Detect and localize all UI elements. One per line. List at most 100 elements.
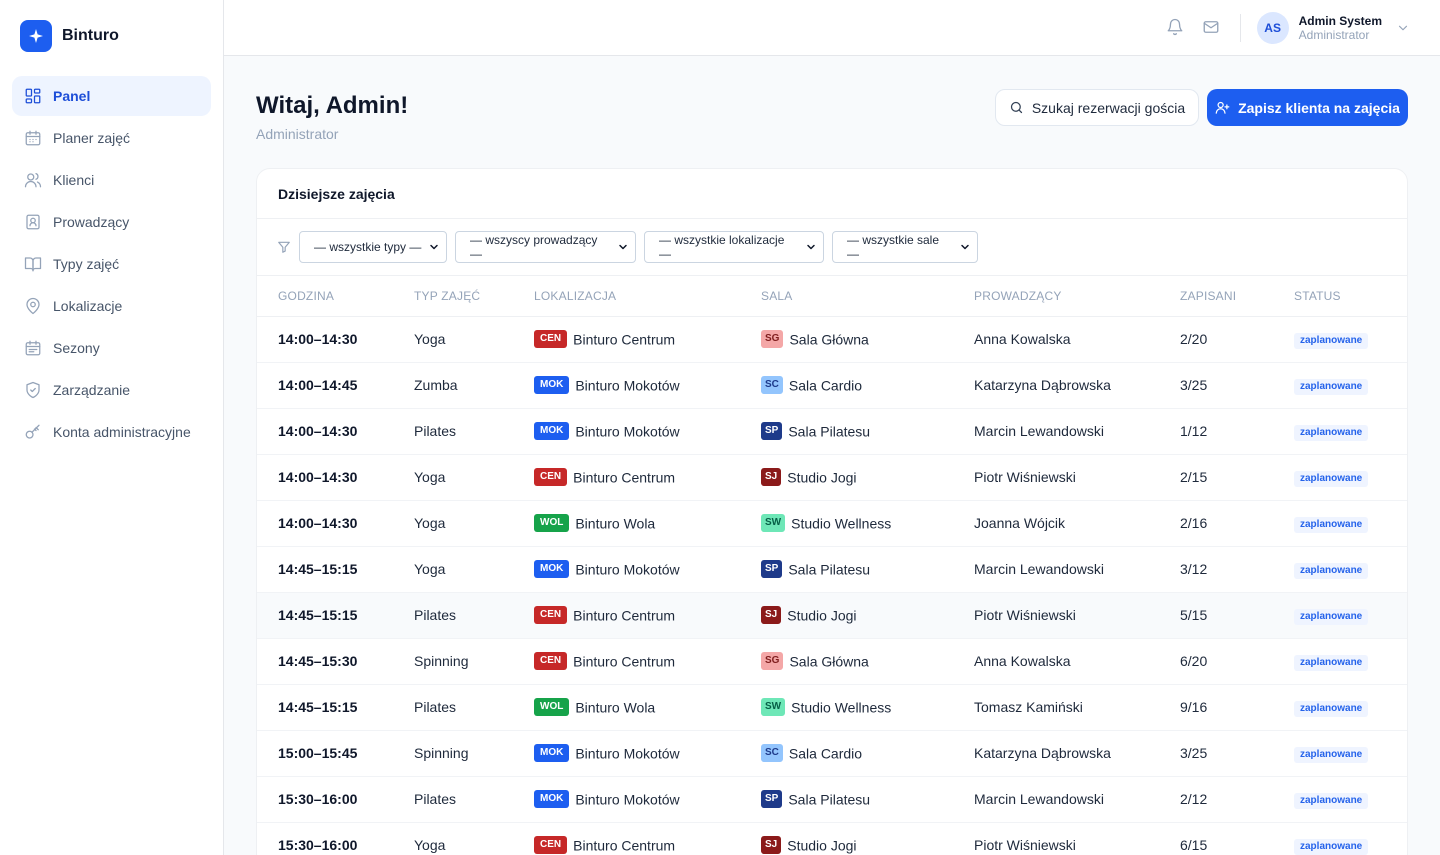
- bell-icon[interactable]: [1166, 18, 1186, 38]
- table-header-row: Godzina Typ zajęć Lokalizacja Sala Prowadząc…: [257, 276, 1407, 317]
- cell-status: zaplanowane: [1294, 730, 1407, 777]
- time-text: 14:00–14:30: [278, 515, 358, 531]
- column-header[interactable]: Typ zajęć: [414, 276, 534, 317]
- contact-icon: [24, 213, 42, 231]
- sidebar-item-5[interactable]: Typy zajęć: [12, 244, 211, 284]
- filter-select-value: — wszystkie typy —: [314, 239, 422, 254]
- type-text: Spinning: [414, 653, 469, 669]
- column-header[interactable]: Sala: [761, 276, 974, 317]
- sidebar-item-3[interactable]: Klienci: [12, 160, 211, 200]
- room-text: Sala Pilatesu: [788, 561, 871, 578]
- calendar-range-icon: [24, 339, 42, 357]
- status-badge: zaplanowane: [1294, 470, 1369, 487]
- enroll-client-label: Zapisz klienta na zajęcia: [1238, 99, 1400, 116]
- status-badge: zaplanowane: [1294, 378, 1369, 395]
- table-row[interactable]: 14:45–15:30 Spinning CEN Binturo Centrum SG S…: [257, 638, 1407, 685]
- classes-table: Godzina Typ zajęć Lokalizacja Sala Prowadząc…: [257, 276, 1407, 855]
- page-title: Witaj, Admin!: [256, 92, 409, 119]
- room-badge: SW: [761, 698, 786, 717]
- cell-status: zaplanowane: [1294, 316, 1407, 363]
- chevron-down-icon[interactable]: [1396, 21, 1410, 35]
- table-row[interactable]: 15:30–16:00 Pilates MOK Binturo Mokotów SP Sa…: [257, 776, 1407, 823]
- type-text: Pilates: [414, 423, 457, 439]
- table-row[interactable]: 15:00–15:45 Spinning MOK Binturo Mokotów SC S…: [257, 730, 1407, 777]
- table-row[interactable]: 14:45–15:15 Pilates CEN Binturo Centrum SJ St…: [257, 592, 1407, 639]
- time-text: 14:45–15:30: [278, 653, 358, 669]
- table-row[interactable]: 14:00–14:30 Pilates MOK Binturo Mokotów SP Sa…: [257, 408, 1407, 455]
- cell-location: MOK Binturo Mokotów: [534, 546, 761, 593]
- location-text: Binturo Mokotów: [575, 423, 680, 440]
- cell-status: zaplanowane: [1294, 684, 1407, 731]
- table-row[interactable]: 14:00–14:45 Zumba MOK Binturo Mokotów SC Sala…: [257, 362, 1407, 409]
- room-badge: SJ: [761, 836, 782, 855]
- user-info[interactable]: Admin System Administrator: [1299, 14, 1382, 43]
- location-badge: MOK: [534, 790, 570, 809]
- filter-select-2[interactable]: — wszyscy prowadzący —: [455, 230, 636, 263]
- brand-name: Binturo: [62, 27, 119, 44]
- cell-enrolled: 3/12: [1180, 546, 1294, 593]
- room-text: Studio Wellness: [791, 515, 892, 532]
- location-text: Binturo Centrum: [573, 331, 676, 348]
- filter-select-3[interactable]: — wszystkie lokalizacje —: [644, 230, 824, 263]
- cell-type: Yoga: [414, 454, 534, 501]
- status-badge: zaplanowane: [1294, 654, 1369, 671]
- sidebar-item-4[interactable]: Prowadzący: [12, 202, 211, 242]
- cell-time: 14:45–15:15: [257, 592, 414, 639]
- cell-trainer: Piotr Wiśniewski: [974, 592, 1180, 639]
- room-text: Sala Cardio: [788, 745, 863, 762]
- sidebar-item-9[interactable]: Konta administracyjne: [12, 412, 211, 452]
- table-row[interactable]: 14:00–14:30 Yoga CEN Binturo Centrum SJ Studi…: [257, 454, 1407, 501]
- cell-time: 14:00–14:30: [257, 500, 414, 547]
- room-badge: SG: [761, 330, 784, 349]
- status-badge: zaplanowane: [1294, 562, 1369, 579]
- sidebar-item-label: Konta administracyjne: [53, 424, 191, 440]
- column-header[interactable]: Status: [1294, 276, 1407, 317]
- avatar[interactable]: AS: [1256, 12, 1289, 44]
- cell-trainer: Marcin Lewandowski: [974, 408, 1180, 455]
- cell-room: SW Studio Wellness: [761, 684, 974, 731]
- cell-room: SJ Studio Jogi: [761, 822, 974, 855]
- enrolled-text: 1/12: [1180, 423, 1208, 439]
- mail-icon[interactable]: [1202, 18, 1222, 38]
- location-badge: MOK: [534, 376, 570, 395]
- cell-room: SP Sala Pilatesu: [761, 546, 974, 593]
- column-header[interactable]: Zapisani: [1180, 276, 1294, 317]
- enrolled-text: 6/15: [1180, 837, 1208, 853]
- sidebar-item-8[interactable]: Zarządzanie: [12, 370, 211, 410]
- sidebar-item-label: Lokalizacje: [53, 298, 123, 314]
- search-guest-reservation-button[interactable]: Szukaj rezerwacji gościa: [995, 89, 1199, 126]
- enrolled-text: 2/12: [1180, 791, 1208, 807]
- trainer-text: Joanna Wójcik: [974, 515, 1066, 531]
- sidebar-item-2[interactable]: Planer zajęć: [12, 118, 211, 158]
- topbar-separator: [1239, 14, 1241, 42]
- sidebar-item-1[interactable]: Panel: [12, 76, 211, 116]
- table-row[interactable]: 14:00–14:30 Yoga WOL Binturo Wola SW Studio W…: [257, 500, 1407, 547]
- column-header[interactable]: Godzina: [257, 276, 414, 317]
- table-row[interactable]: 14:45–15:15 Yoga MOK Binturo Mokotów SP Sala …: [257, 546, 1407, 593]
- enrolled-text: 3/25: [1180, 377, 1208, 393]
- enroll-client-button[interactable]: Zapisz klienta na zajęcia: [1207, 89, 1408, 126]
- cell-room: SP Sala Pilatesu: [761, 408, 974, 455]
- table-row[interactable]: 14:00–14:30 Yoga CEN Binturo Centrum SG Sala …: [257, 316, 1407, 363]
- location-text: Binturo Mokotów: [575, 377, 680, 394]
- type-text: Yoga: [414, 469, 446, 485]
- sidebar-item-label: Prowadzący: [53, 214, 130, 230]
- cell-type: Pilates: [414, 592, 534, 639]
- location-badge: WOL: [534, 514, 570, 533]
- cell-trainer: Anna Kowalska: [974, 316, 1180, 363]
- table-row[interactable]: 15:30–16:00 Yoga CEN Binturo Centrum SJ Studi…: [257, 822, 1407, 855]
- sidebar-item-6[interactable]: Lokalizacje: [12, 286, 211, 326]
- table-row[interactable]: 14:45–15:15 Pilates WOL Binturo Wola SW Studi…: [257, 684, 1407, 731]
- user-name: Admin System: [1298, 13, 1382, 28]
- time-text: 15:30–16:00: [278, 837, 358, 853]
- filter-select-4[interactable]: — wszystkie sale —: [832, 230, 978, 263]
- filter-select-1[interactable]: — wszystkie typy —: [299, 230, 447, 263]
- sidebar-item-7[interactable]: Sezony: [12, 328, 211, 368]
- cell-type: Zumba: [414, 362, 534, 409]
- column-header[interactable]: Lokalizacja: [534, 276, 761, 317]
- cell-enrolled: 9/16: [1180, 684, 1294, 731]
- column-header[interactable]: Prowadzący: [974, 276, 1180, 317]
- room-badge: SG: [761, 652, 784, 671]
- cell-status: zaplanowane: [1294, 500, 1407, 547]
- brand[interactable]: Binturo: [0, 0, 223, 72]
